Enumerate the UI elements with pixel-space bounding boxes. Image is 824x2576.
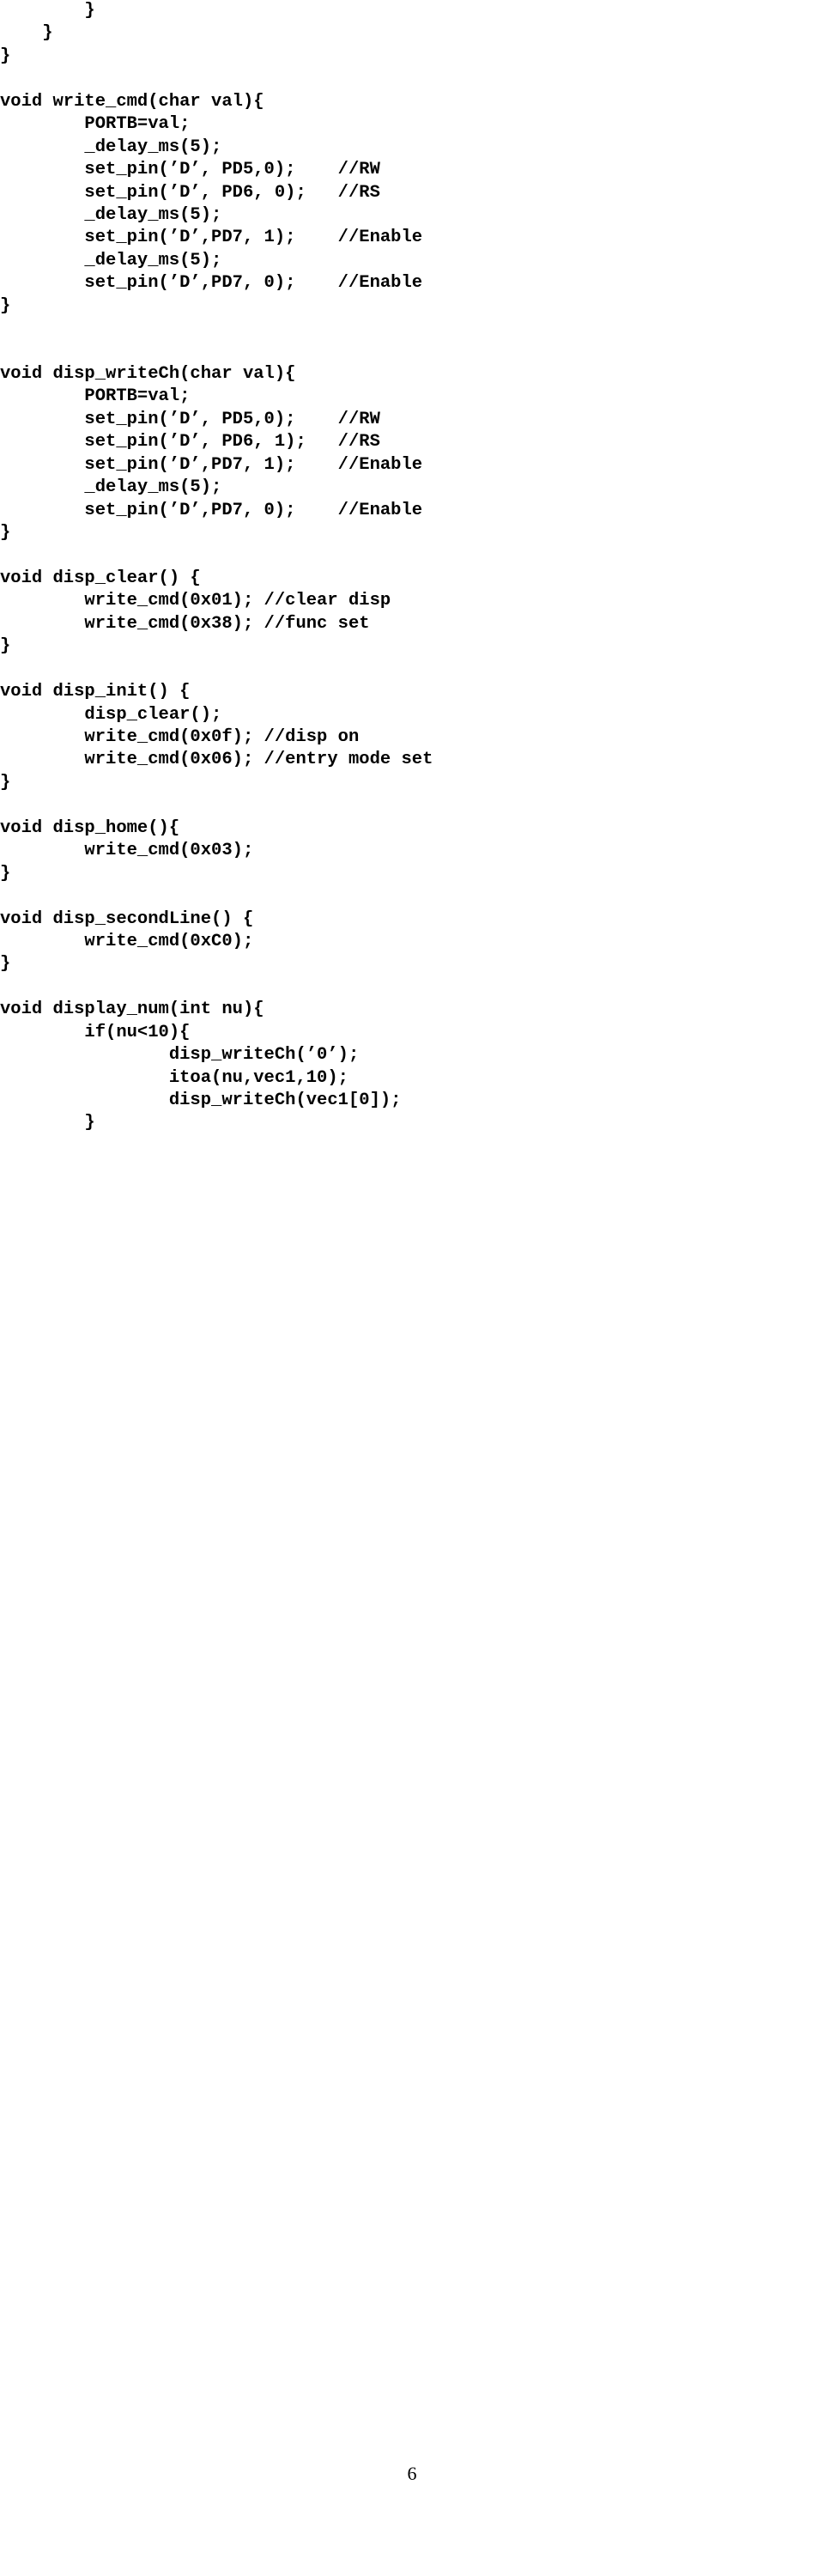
code-block: } } } void write_cmd(char val){ PORTB=va…: [0, 0, 824, 1135]
page-number: 6: [0, 2462, 824, 2486]
